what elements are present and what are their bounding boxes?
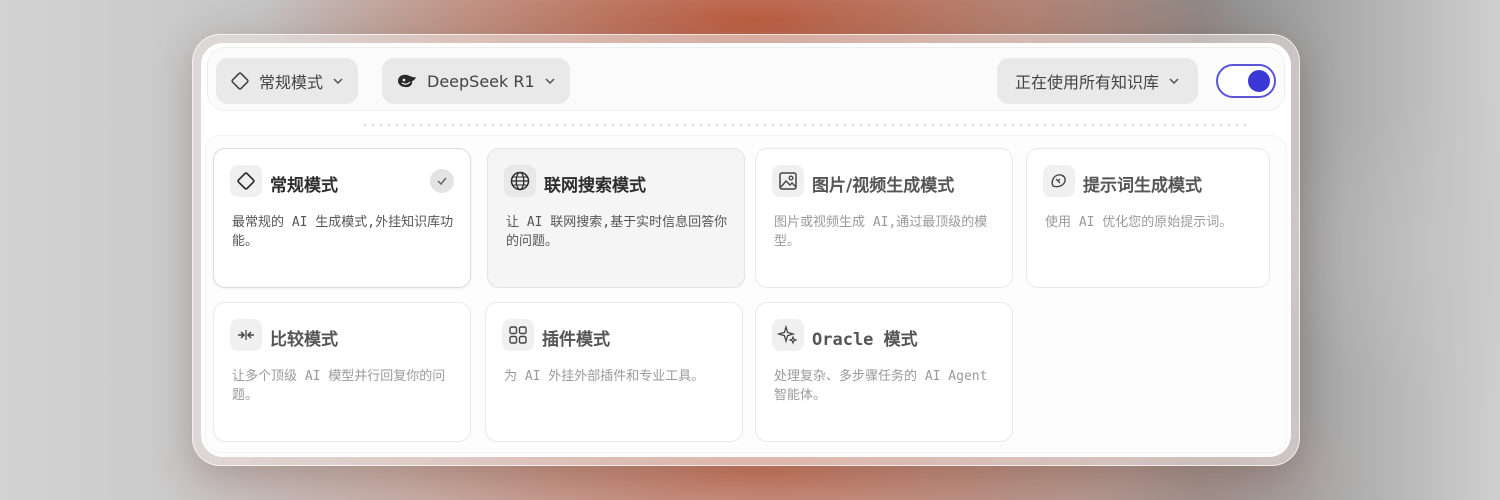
deepseek-whale-icon bbox=[398, 74, 416, 88]
mode-description: 最常规的 AI 生成模式,外挂知识库功能。 bbox=[232, 215, 454, 249]
knowledge-base-label: 正在使用所有知识库 bbox=[1014, 73, 1159, 92]
panel-surface: 常规模式 DeepSeek R1 正在使用所有知识库 常规模式 最常规的 AI … bbox=[201, 43, 1291, 457]
mode-title: 比较模式 bbox=[270, 330, 338, 350]
mode-description: 让多个顶级 AI 模型并行回复你的问题。 bbox=[232, 369, 446, 403]
compare-arrows-icon bbox=[230, 319, 262, 351]
mode-card-compare[interactable]: 比较模式 让多个顶级 AI 模型并行回复你的问题。 bbox=[213, 302, 471, 442]
mode-card-oracle[interactable]: Oracle 模式 处理复杂、多步骤任务的 AI Agent 智能体。 bbox=[755, 302, 1013, 442]
check-icon bbox=[430, 169, 454, 193]
chevron-down-icon bbox=[545, 78, 555, 85]
mode-description: 为 AI 外挂外部插件和专业工具。 bbox=[504, 369, 705, 384]
diamond-icon bbox=[230, 165, 262, 197]
wand-icon bbox=[1043, 165, 1075, 197]
toggle-knob bbox=[1248, 70, 1270, 92]
mode-selector[interactable]: 常规模式 bbox=[216, 58, 359, 104]
globe-icon bbox=[504, 165, 536, 197]
mode-card-plugins[interactable]: 插件模式 为 AI 外挂外部插件和专业工具。 bbox=[485, 302, 743, 442]
mode-description: 让 AI 联网搜索,基于实时信息回答你的问题。 bbox=[506, 215, 728, 249]
mode-selector-label: 常规模式 bbox=[259, 73, 324, 92]
chevron-down-icon bbox=[1169, 78, 1179, 85]
top-toolbar: 常规模式 DeepSeek R1 正在使用所有知识库 bbox=[207, 47, 1285, 111]
diamond-icon bbox=[231, 72, 249, 90]
mode-card-image-video[interactable]: 图片/视频生成模式 图片或视频生成 AI,通过最顶级的模型。 bbox=[755, 148, 1013, 288]
chevron-down-icon bbox=[333, 78, 343, 85]
mode-title: 提示词生成模式 bbox=[1083, 176, 1202, 196]
mode-card-prompt-generation[interactable]: 提示词生成模式 使用 AI 优化您的原始提示词。 bbox=[1026, 148, 1270, 288]
mode-title: Oracle 模式 bbox=[812, 330, 918, 350]
model-selector-label: DeepSeek R1 bbox=[427, 71, 535, 91]
dotted-divider bbox=[361, 121, 1251, 131]
knowledge-base-selector[interactable]: 正在使用所有知识库 bbox=[996, 58, 1198, 104]
mode-title: 图片/视频生成模式 bbox=[812, 176, 955, 196]
mode-card-general[interactable]: 常规模式 最常规的 AI 生成模式,外挂知识库功能。 bbox=[213, 148, 471, 288]
mode-title: 插件模式 bbox=[542, 330, 610, 350]
model-selector[interactable]: DeepSeek R1 bbox=[382, 58, 570, 104]
mode-card-web-search[interactable]: 联网搜索模式 让 AI 联网搜索,基于实时信息回答你的问题。 bbox=[487, 148, 745, 288]
grid-icon bbox=[502, 319, 534, 351]
mode-title: 常规模式 bbox=[270, 176, 338, 196]
sparkle-icon bbox=[772, 319, 804, 351]
mode-description: 图片或视频生成 AI,通过最顶级的模型。 bbox=[774, 215, 988, 249]
knowledge-toggle[interactable] bbox=[1216, 64, 1276, 98]
mode-panel-window: 常规模式 DeepSeek R1 正在使用所有知识库 常规模式 最常规的 AI … bbox=[192, 34, 1300, 466]
mode-description: 处理复杂、多步骤任务的 AI Agent 智能体。 bbox=[774, 369, 988, 403]
mode-title: 联网搜索模式 bbox=[544, 176, 646, 196]
image-icon bbox=[772, 165, 804, 197]
mode-description: 使用 AI 优化您的原始提示词。 bbox=[1045, 215, 1233, 230]
mode-grid: 常规模式 最常规的 AI 生成模式,外挂知识库功能。 联网搜索模式 让 AI 联… bbox=[205, 135, 1287, 453]
